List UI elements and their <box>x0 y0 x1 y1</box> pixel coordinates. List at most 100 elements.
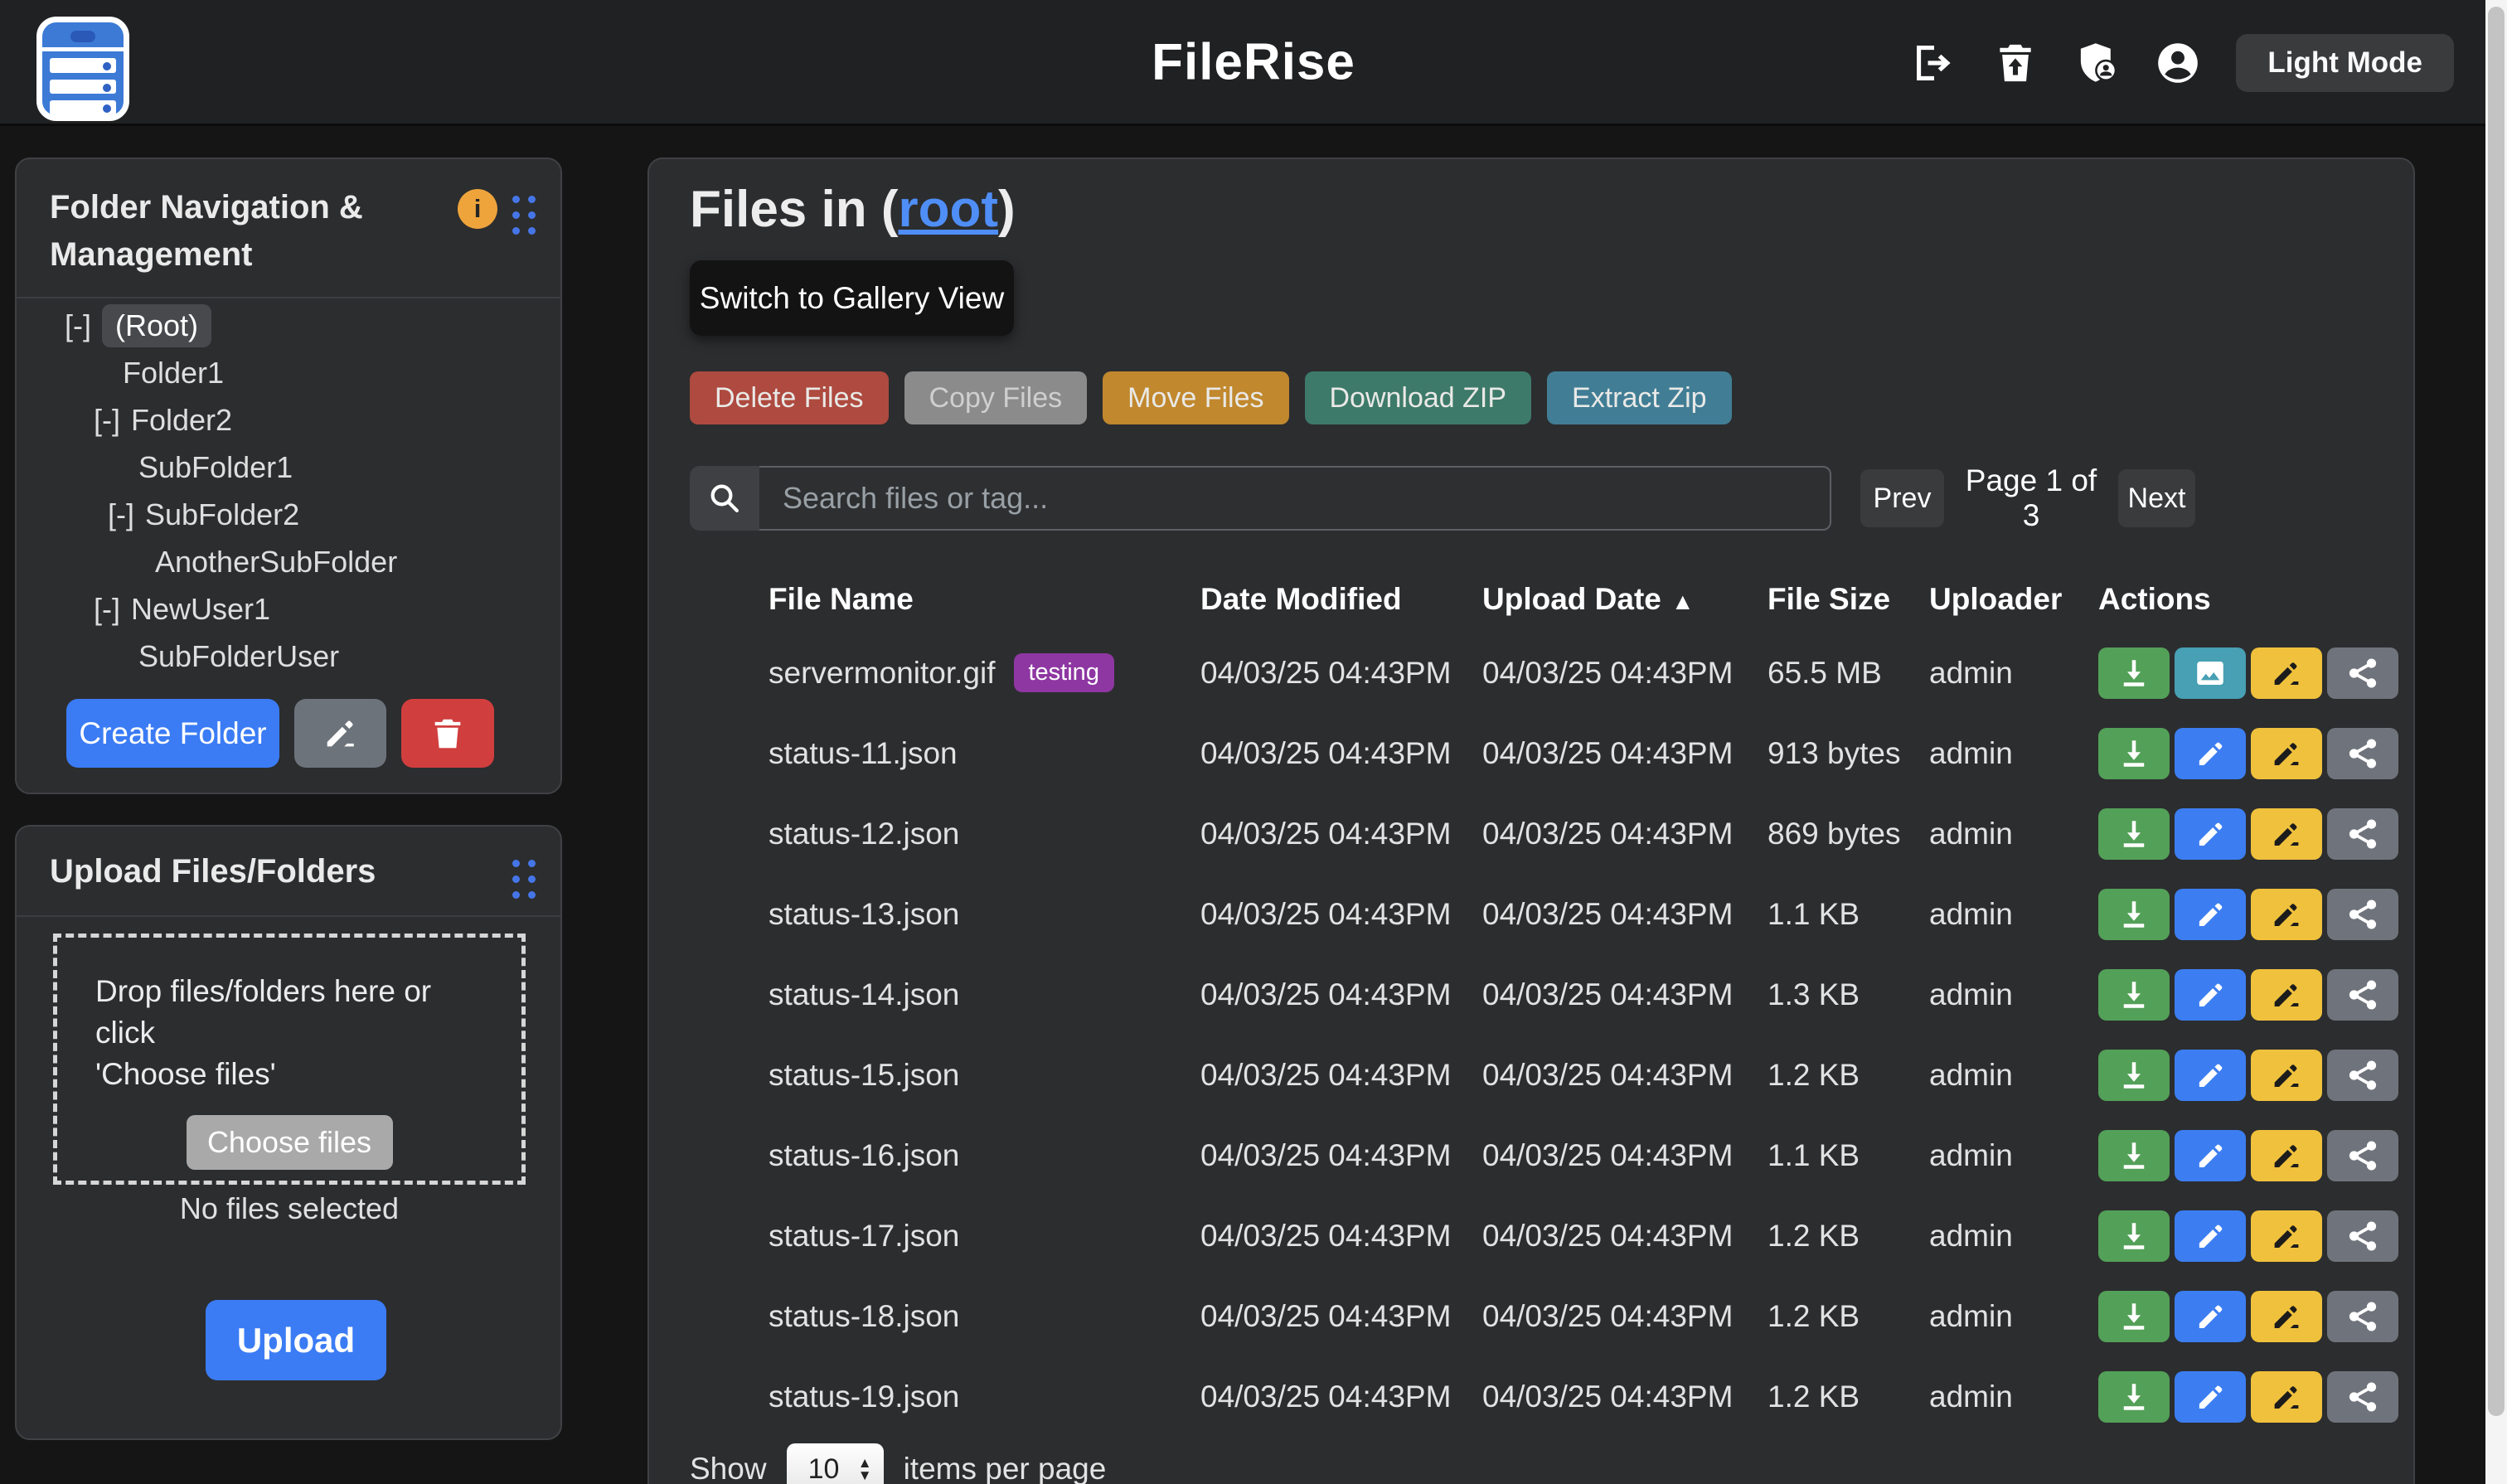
account-circle-icon[interactable] <box>2155 40 2201 86</box>
col-upload-date[interactable]: Upload Date▲ <box>1482 582 1768 617</box>
col-uploader[interactable]: Uploader <box>1929 582 2098 617</box>
file-row[interactable]: status-11.json 04/03/25 04:43PM 04/03/25… <box>690 713 2413 793</box>
rename-file-button[interactable] <box>2251 647 2322 699</box>
folder-tree-item[interactable]: [-] (Root) <box>17 302 560 349</box>
share-file-button[interactable] <box>2327 728 2398 779</box>
drag-handle-icon[interactable] <box>512 860 536 899</box>
file-dropzone[interactable]: Drop files/folders here or click 'Choose… <box>53 934 526 1185</box>
rename-file-button[interactable] <box>2251 1130 2322 1181</box>
rename-file-button[interactable] <box>2251 808 2322 860</box>
rename-file-button[interactable] <box>2251 889 2322 940</box>
collapse-toggle[interactable]: [-] <box>65 308 91 343</box>
download-file-button[interactable] <box>2098 969 2170 1021</box>
items-per-page-select[interactable]: 10 ▲▼ <box>787 1443 884 1484</box>
share-file-button[interactable] <box>2327 1291 2398 1342</box>
edit-file-button[interactable] <box>2175 808 2246 860</box>
search-button[interactable] <box>690 466 759 531</box>
folder-tree-item[interactable]: Folder1 <box>17 349 560 396</box>
file-row[interactable]: status-12.json 04/03/25 04:43PM 04/03/25… <box>690 793 2413 874</box>
share-file-button[interactable] <box>2327 1371 2398 1423</box>
edit-file-button[interactable] <box>2175 969 2246 1021</box>
choose-files-button[interactable]: Choose files <box>187 1115 393 1170</box>
file-row[interactable]: status-16.json 04/03/25 04:43PM 04/03/25… <box>690 1115 2413 1195</box>
col-file-size[interactable]: File Size <box>1768 582 1929 617</box>
share-file-button[interactable] <box>2327 969 2398 1021</box>
download-file-button[interactable] <box>2098 1130 2170 1181</box>
file-row[interactable]: servermonitor.giftesting 04/03/25 04:43P… <box>690 633 2413 713</box>
edit-file-button[interactable] <box>2175 1371 2246 1423</box>
next-page-button[interactable]: Next <box>2118 469 2195 527</box>
edit-file-button[interactable] <box>2175 1210 2246 1262</box>
file-row[interactable]: status-18.json 04/03/25 04:43PM 04/03/25… <box>690 1276 2413 1356</box>
bulk-move-files-button[interactable]: Move Files <box>1103 371 1288 424</box>
folder-tree-item[interactable]: SubFolder1 <box>17 444 560 491</box>
file-row[interactable]: status-17.json 04/03/25 04:43PM 04/03/25… <box>690 1195 2413 1276</box>
upload-button[interactable]: Upload <box>206 1300 386 1380</box>
bulk-download-zip-button[interactable]: Download ZIP <box>1305 371 1532 424</box>
share-file-button[interactable] <box>2327 1050 2398 1101</box>
rename-file-button[interactable] <box>2251 1210 2322 1262</box>
folder-name[interactable]: (Root) <box>102 304 211 347</box>
file-row[interactable]: status-14.json 04/03/25 04:43PM 04/03/25… <box>690 954 2413 1035</box>
drag-handle-icon[interactable] <box>512 196 536 235</box>
download-file-button[interactable] <box>2098 647 2170 699</box>
folder-name[interactable]: SubFolder1 <box>138 450 293 485</box>
edit-file-button[interactable] <box>2175 1130 2246 1181</box>
rename-file-button[interactable] <box>2251 1371 2322 1423</box>
rename-file-button[interactable] <box>2251 1291 2322 1342</box>
rename-folder-button[interactable] <box>294 699 386 768</box>
file-row[interactable]: status-15.json 04/03/25 04:43PM 04/03/25… <box>690 1035 2413 1115</box>
root-folder-link[interactable]: root <box>898 181 998 238</box>
bulk-delete-files-button[interactable]: Delete Files <box>690 371 889 424</box>
download-file-button[interactable] <box>2098 1291 2170 1342</box>
rename-file-button[interactable] <box>2251 969 2322 1021</box>
col-date-modified[interactable]: Date Modified <box>1200 582 1482 617</box>
file-row[interactable]: status-19.json 04/03/25 04:43PM 04/03/25… <box>690 1356 2413 1437</box>
folder-name[interactable]: AnotherSubFolder <box>155 545 397 580</box>
bulk-copy-files-button[interactable]: Copy Files <box>904 371 1088 424</box>
search-input[interactable] <box>759 466 1831 531</box>
light-mode-button[interactable]: Light Mode <box>2236 34 2454 92</box>
folder-name[interactable]: SubFolder2 <box>145 497 299 532</box>
info-icon[interactable]: i <box>458 189 497 229</box>
restore-from-trash-icon[interactable] <box>1992 40 2039 86</box>
delete-folder-button[interactable] <box>401 699 494 768</box>
collapse-toggle[interactable]: [-] <box>108 497 134 532</box>
share-file-button[interactable] <box>2327 889 2398 940</box>
col-file-name[interactable]: File Name <box>769 582 1200 617</box>
preview-file-button[interactable] <box>2175 647 2246 699</box>
folder-name[interactable]: Folder2 <box>131 403 232 438</box>
share-file-button[interactable] <box>2327 808 2398 860</box>
folder-name[interactable]: NewUser1 <box>131 592 270 627</box>
folder-name[interactable]: SubFolderUser <box>138 639 339 674</box>
folder-tree-item[interactable]: AnotherSubFolder <box>17 538 560 585</box>
share-file-button[interactable] <box>2327 647 2398 699</box>
edit-file-button[interactable] <box>2175 1291 2246 1342</box>
share-file-button[interactable] <box>2327 1210 2398 1262</box>
rename-file-button[interactable] <box>2251 1050 2322 1101</box>
download-file-button[interactable] <box>2098 808 2170 860</box>
admin-shield-icon[interactable] <box>2073 40 2120 86</box>
collapse-toggle[interactable]: [-] <box>94 403 120 438</box>
download-file-button[interactable] <box>2098 1050 2170 1101</box>
prev-page-button[interactable]: Prev <box>1860 469 1944 527</box>
collapse-toggle[interactable]: [-] <box>94 592 120 627</box>
page-scrollbar[interactable] <box>2485 0 2507 1484</box>
create-folder-button[interactable]: Create Folder <box>66 699 279 768</box>
folder-tree-item[interactable]: [-] Folder2 <box>17 396 560 444</box>
download-file-button[interactable] <box>2098 728 2170 779</box>
download-file-button[interactable] <box>2098 889 2170 940</box>
share-file-button[interactable] <box>2327 1130 2398 1181</box>
edit-file-button[interactable] <box>2175 889 2246 940</box>
edit-file-button[interactable] <box>2175 728 2246 779</box>
rename-file-button[interactable] <box>2251 728 2322 779</box>
download-file-button[interactable] <box>2098 1371 2170 1423</box>
folder-tree-item[interactable]: [-] NewUser1 <box>17 585 560 633</box>
logout-icon[interactable] <box>1911 40 1957 86</box>
scrollbar-thumb[interactable] <box>2488 7 2505 1416</box>
download-file-button[interactable] <box>2098 1210 2170 1262</box>
file-row[interactable]: status-13.json 04/03/25 04:43PM 04/03/25… <box>690 874 2413 954</box>
folder-tree-item[interactable]: [-] SubFolder2 <box>17 491 560 538</box>
folder-tree-item[interactable]: SubFolderUser <box>17 633 560 680</box>
bulk-extract-zip-button[interactable]: Extract Zip <box>1547 371 1731 424</box>
